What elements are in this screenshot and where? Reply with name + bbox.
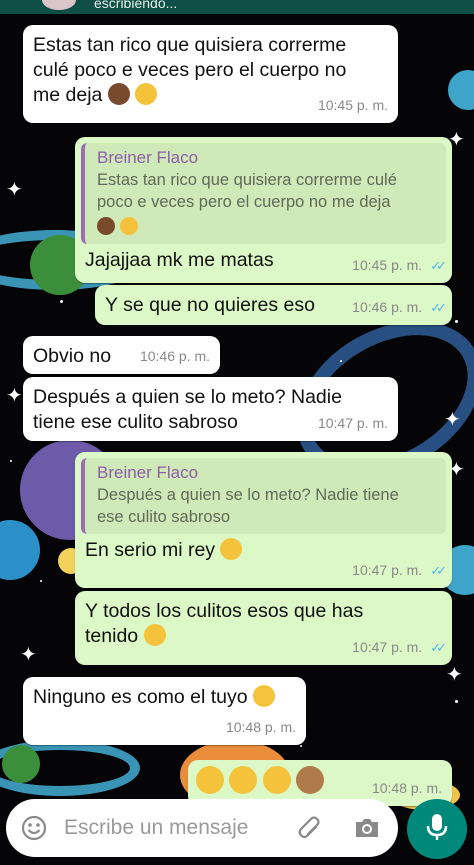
message-text: Después a quien se lo meto? Nadie bbox=[33, 386, 342, 408]
quote-author: Breiner Flaco bbox=[97, 463, 199, 482]
see-no-evil-monkey-emoji-icon bbox=[296, 766, 325, 794]
message-text: En serio mi rey bbox=[85, 539, 216, 561]
mic-icon bbox=[425, 812, 449, 847]
read-ticks-icon: ✓✓ bbox=[430, 258, 447, 273]
pleading-face-emoji-icon bbox=[229, 766, 258, 794]
message-bubble-outgoing[interactable]: Y se que no quieres eso 10:46 p. m. ✓✓ bbox=[95, 285, 452, 325]
drooling-face-emoji-icon bbox=[253, 685, 276, 707]
quoted-message[interactable]: Breiner Flaco Estas tan rico que quisier… bbox=[81, 143, 446, 244]
emoji-icon[interactable] bbox=[20, 814, 48, 842]
laughing-tears-emoji-icon bbox=[120, 217, 139, 235]
laughing-tears-emoji-icon bbox=[135, 83, 158, 105]
message-text: me deja bbox=[33, 84, 103, 106]
message-time: 10:48 p. m. bbox=[225, 719, 296, 735]
contact-avatar[interactable] bbox=[42, 0, 76, 10]
message-text: tenido bbox=[85, 625, 139, 647]
message-text: Ninguno es como el tuyo bbox=[33, 686, 248, 708]
attach-icon[interactable] bbox=[296, 814, 324, 842]
pleading-face-emoji-icon bbox=[220, 538, 243, 560]
message-bubble-incoming[interactable]: Ninguno es como el tuyo 10:48 p. m. bbox=[23, 677, 306, 745]
message-time: 10:47 p. m. bbox=[317, 415, 388, 431]
message-bubble-incoming[interactable]: Después a quien se lo meto? Nadie tiene … bbox=[23, 377, 398, 441]
message-time: 10:48 p. m. bbox=[371, 780, 442, 796]
kissing-face-emoji-icon bbox=[262, 766, 291, 794]
typing-status: escribiendo... bbox=[94, 0, 178, 11]
message-time: 10:45 p. m. bbox=[352, 257, 423, 273]
message-bubble-incoming[interactable]: Estas tan rico que quisiera correrme cul… bbox=[23, 25, 398, 123]
message-time: 10:47 p. m. bbox=[352, 639, 423, 655]
message-text: culé poco e veces pero el cuerpo no bbox=[33, 59, 347, 81]
facepalm-emoji-icon bbox=[97, 217, 115, 235]
smiling-face-emoji-icon bbox=[196, 766, 224, 794]
quote-text: Después a quien se lo meto? Nadie tiene bbox=[97, 486, 399, 504]
quote-text: ese culito sabroso bbox=[97, 508, 230, 526]
quoted-message[interactable]: Breiner Flaco Después a quien se lo meto… bbox=[81, 458, 446, 534]
quote-author: Breiner Flaco bbox=[97, 148, 199, 167]
message-text: Y todos los culitos esos que has bbox=[85, 600, 364, 622]
message-text: Estas tan rico que quisiera correrme bbox=[33, 34, 347, 56]
message-bubble-outgoing[interactable]: Breiner Flaco Estas tan rico que quisier… bbox=[75, 137, 452, 283]
facepalm-emoji-icon bbox=[107, 83, 130, 105]
message-bubble-incoming[interactable]: Obvio no 10:46 p. m. bbox=[23, 336, 220, 374]
message-bubble-outgoing[interactable]: Y todos los culitos esos que has tenido … bbox=[75, 591, 452, 665]
message-time: 10:45 p. m. bbox=[317, 97, 388, 113]
message-time: 10:46 p. m. bbox=[139, 348, 210, 364]
mic-button[interactable] bbox=[407, 799, 467, 859]
message-input[interactable]: Escribe un mensaje bbox=[64, 816, 248, 840]
read-ticks-icon: ✓✓ bbox=[430, 300, 447, 315]
read-ticks-icon: ✓✓ bbox=[430, 563, 447, 578]
quote-text: Estas tan rico que quisiera correrme cul… bbox=[97, 171, 397, 189]
camera-icon[interactable] bbox=[352, 814, 382, 842]
message-time: 10:46 p. m. bbox=[352, 299, 423, 315]
quote-text: poco e veces pero el cuerpo no me deja bbox=[97, 193, 391, 211]
message-bubble-outgoing[interactable]: Breiner Flaco Después a quien se lo meto… bbox=[75, 452, 452, 588]
chat-header: escribiendo... bbox=[0, 0, 474, 14]
rolling-eyes-emoji-icon bbox=[143, 624, 166, 646]
message-time: 10:47 p. m. bbox=[352, 562, 423, 578]
message-composer[interactable]: Escribe un mensaje bbox=[6, 799, 398, 857]
read-ticks-icon: ✓✓ bbox=[430, 640, 447, 655]
